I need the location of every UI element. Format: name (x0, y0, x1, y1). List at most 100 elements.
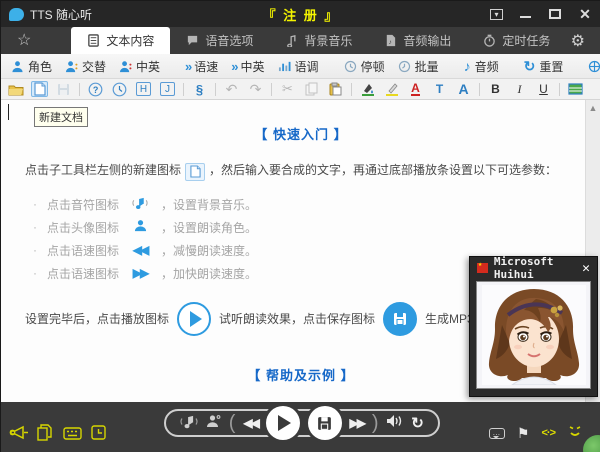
paragraph-text: 试听朗读效果，点击保存图标 (219, 310, 375, 327)
font-name-button[interactable]: T (431, 81, 448, 97)
table-button[interactable] (567, 81, 584, 97)
audio-button[interactable]: ♪ 音频 (464, 58, 499, 75)
pause-button[interactable]: 停顿 (344, 58, 385, 75)
fast-forward-icon: ▶▶ (119, 266, 161, 280)
font-color-button[interactable]: A (407, 81, 424, 97)
paragraph-text: 设置完毕后，点击播放图标 (25, 310, 169, 327)
redo-button[interactable]: ↷ (247, 81, 264, 97)
replace-button[interactable]: 替换 (588, 58, 600, 75)
button-label: 停顿 (361, 58, 385, 75)
cn-en-role-button[interactable]: 中英 (119, 58, 160, 75)
code-tag-icon[interactable]: <·> (541, 427, 555, 439)
tray-button[interactable]: ▾ (490, 9, 503, 20)
role-button[interactable]: 角色 (11, 58, 52, 75)
minimize-button[interactable] (517, 7, 533, 21)
j-tag-button[interactable]: J (159, 81, 176, 97)
pitch-bars-icon (278, 60, 291, 72)
volume-button[interactable] (386, 414, 403, 433)
font-name-icon: T (436, 82, 443, 96)
bullet-text: ，设置背景音乐。 (161, 196, 257, 213)
bullet-text: ，加快朗读速度。 (161, 265, 257, 282)
repeat-button[interactable]: ↻ (411, 414, 424, 432)
font-size-icon: A (458, 81, 468, 97)
scroll-up-arrow[interactable]: ▲ (586, 100, 600, 113)
paragraph-button[interactable]: § (191, 81, 208, 97)
slower-button[interactable]: ◀◀ (243, 416, 257, 430)
save-mp3-button[interactable] (308, 406, 342, 440)
keyboard-button[interactable] (63, 427, 82, 445)
paragraph-text: ，然后输入要合成的文字，再通过底部播放条设置以下可选参数： (209, 163, 557, 177)
sub-toolbar: ? H J § ↶ ↷ ✂ A T A B I U (1, 79, 600, 100)
cn-en-speed-button[interactable]: » 中英 (231, 58, 264, 75)
tab-background-music[interactable]: 背景音乐 (269, 27, 368, 54)
h-tag-button[interactable]: H (135, 81, 152, 97)
play-preview-icon (177, 302, 211, 336)
voice-preview-window[interactable]: Microsoft Huihui ✕ (469, 256, 598, 397)
announce-button[interactable] (9, 425, 29, 445)
underline-icon: U (539, 82, 548, 96)
assistant-ball-icon[interactable] (583, 435, 600, 452)
tab-label: 语音选项 (205, 32, 253, 49)
bullet-text: 点击语速图标 (47, 265, 119, 282)
save-button[interactable] (55, 81, 72, 97)
list-item: · 点击音符图标 ，设置背景音乐。 (1, 193, 600, 216)
italic-icon: I (518, 82, 522, 97)
timer-task-button[interactable] (91, 425, 106, 445)
paste-button[interactable] (327, 81, 344, 97)
new-document-icon (34, 82, 46, 96)
font-size-button[interactable]: A (455, 81, 472, 97)
inline-new-document-icon (185, 163, 205, 181)
smiley-icon[interactable] (567, 424, 583, 442)
play-button[interactable] (266, 406, 300, 440)
fill-color-icon (361, 82, 375, 96)
underline-button[interactable]: U (535, 81, 552, 97)
new-document-tooltip: 新建文档 (34, 107, 88, 127)
background-music-button[interactable] (180, 414, 198, 432)
tab-audio-output[interactable]: ♪ 音频输出 (368, 27, 467, 54)
save-mp3-icon (383, 302, 417, 336)
tab-scheduled-tasks[interactable]: 定时任务 (467, 27, 566, 54)
tab-voice-options[interactable]: 语音选项 (170, 27, 269, 54)
tab-bar: ☆ 文本内容 语音选项 背景音乐 ♪ 音频输出 定时任务 ⚙ (1, 27, 600, 54)
help-button[interactable]: ? (87, 81, 104, 97)
cut-button[interactable]: ✂ (279, 81, 296, 97)
faster-button[interactable]: ▶▶ (349, 416, 363, 430)
fill-color-button[interactable] (359, 81, 376, 97)
svg-text:?: ? (93, 85, 99, 95)
feedback-bubble-icon[interactable]: … (489, 428, 505, 439)
speaker-icon (386, 414, 403, 428)
tab-label: 文本内容 (106, 32, 154, 49)
alternate-button[interactable]: 交替 (65, 58, 106, 75)
paste-icon (329, 82, 342, 96)
new-document-button[interactable] (31, 81, 48, 97)
rewind-icon: ◀◀ (119, 243, 161, 257)
undo-button[interactable]: ↶ (223, 81, 240, 97)
tab-text-content[interactable]: 文本内容 (71, 27, 170, 54)
maximize-button[interactable] (547, 7, 563, 21)
close-button[interactable]: ✕ (577, 7, 593, 21)
italic-button[interactable]: I (511, 81, 528, 97)
voice-role-button[interactable] (206, 414, 221, 432)
person-icon (11, 60, 24, 73)
batch-button[interactable]: 批量 (398, 58, 439, 75)
speed-button[interactable]: » 语速 (185, 58, 218, 75)
bold-button[interactable]: B (487, 81, 504, 97)
copy-text-button[interactable] (37, 424, 52, 446)
copy-button[interactable] (303, 81, 320, 97)
help-icon: ? (88, 82, 103, 97)
highlight-button[interactable] (383, 81, 400, 97)
pitch-button[interactable]: 语调 (278, 58, 319, 75)
flag-icon[interactable]: ⚑ (517, 425, 530, 442)
history-button[interactable] (111, 81, 128, 97)
playback-bar: ( ◀◀ ▶▶ ) ↻ (164, 409, 440, 437)
settings-gear-icon[interactable]: ⚙ (571, 31, 585, 51)
pill-divider-right: ) (372, 412, 379, 435)
button-label: 语速 (194, 58, 218, 75)
voice-window-close-icon[interactable]: ✕ (582, 261, 590, 276)
favorite-star-icon[interactable]: ☆ (17, 30, 31, 50)
reset-button[interactable]: ↻ 重置 (524, 58, 564, 75)
toolbar-separator (479, 83, 480, 96)
open-button[interactable] (7, 81, 24, 97)
scissors-icon: ✂ (282, 81, 293, 97)
button-label: 批量 (415, 58, 439, 75)
